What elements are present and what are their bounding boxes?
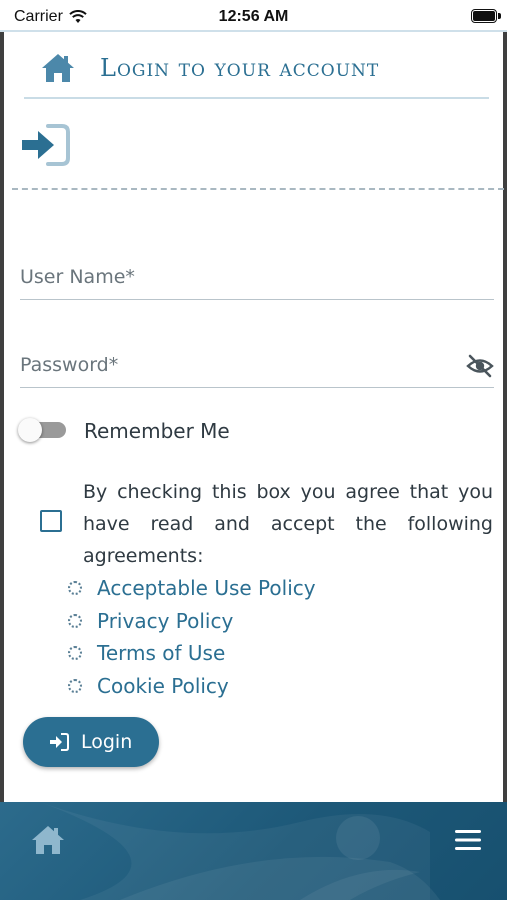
home-icon[interactable] [30,824,66,856]
policy-item-privacy: Privacy Policy [66,605,316,638]
username-field-container [20,258,494,300]
status-bar: Carrier 12:56 AM [0,0,507,32]
cookie-policy-link[interactable]: Cookie Policy [97,674,229,698]
sign-in-icon [50,733,69,751]
policy-item-acceptable-use: Acceptable Use Policy [66,572,316,605]
privacy-policy-link[interactable]: Privacy Policy [97,609,233,633]
section-divider [12,188,504,190]
terms-of-use-link[interactable]: Terms of Use [97,641,225,665]
password-field-container [20,346,494,388]
header-divider [24,97,489,99]
policy-item-terms: Terms of Use [66,637,316,670]
login-button[interactable]: Login [23,717,159,767]
dotted-circle-icon [68,646,82,661]
login-button-label: Login [81,731,133,753]
frame-top-border [0,30,507,32]
toggle-thumb [18,418,42,442]
hamburger-menu-icon[interactable] [454,828,482,852]
agreement-checkbox[interactable] [40,510,62,532]
username-input[interactable] [20,258,447,296]
status-time: 12:56 AM [218,8,289,25]
home-icon[interactable] [40,52,76,84]
background-swoosh [40,802,440,900]
dotted-circle-icon [68,613,82,628]
remember-me-toggle[interactable] [18,418,68,442]
sign-in-icon [22,124,70,166]
dotted-circle-icon [68,678,82,693]
remember-me-label: Remember Me [84,419,230,443]
page-title: Login to your account [100,54,380,82]
dotted-circle-icon [68,581,82,596]
policy-list: Acceptable Use Policy Privacy Policy Ter… [66,572,316,702]
acceptable-use-policy-link[interactable]: Acceptable Use Policy [97,576,316,600]
page-header: Login to your account [24,48,489,100]
eye-slash-icon[interactable] [466,354,494,378]
policy-item-cookie: Cookie Policy [66,670,316,703]
battery-icon [471,9,501,23]
password-input[interactable] [20,346,447,384]
frame-left-border [0,32,4,802]
agreement-text: By checking this box you agree that you … [83,481,493,567]
bottom-nav-bar [0,802,507,900]
frame-right-border [503,32,507,802]
